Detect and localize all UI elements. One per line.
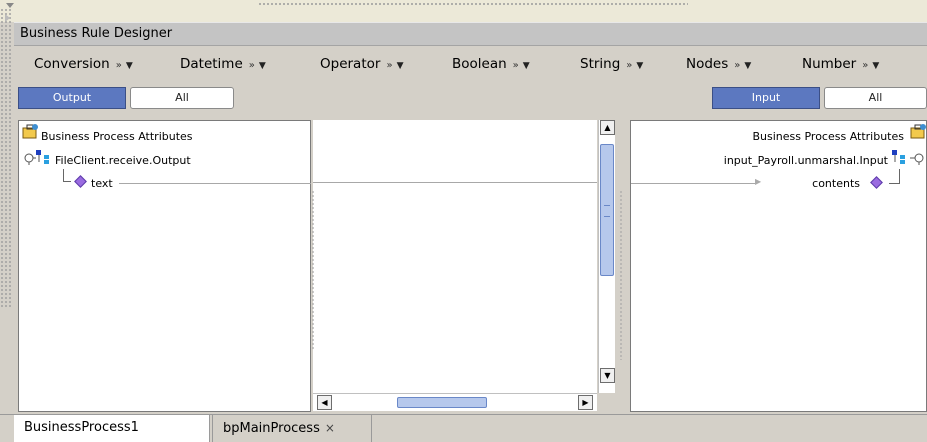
- menu-label: Nodes: [686, 56, 729, 72]
- dropdown-triangle-icon: ▼: [872, 61, 880, 71]
- input-toggle-button[interactable]: Input: [712, 87, 820, 109]
- scroll-right-icon[interactable]: ▶: [578, 395, 593, 410]
- splitter-grip[interactable]: [620, 190, 622, 360]
- tree-node-label[interactable]: input_Payroll.unmarshal.Input: [724, 154, 888, 167]
- menu-conversion[interactable]: Conversion » ▼: [34, 56, 133, 72]
- menu-datetime[interactable]: Datetime » ▼: [180, 56, 266, 72]
- menu-nodes[interactable]: Nodes » ▼: [686, 56, 751, 72]
- tree-node-label[interactable]: FileClient.receive.Output: [55, 154, 191, 167]
- dropdown-triangle-icon: ▼: [258, 61, 266, 71]
- tab-businessprocess1[interactable]: BusinessProcess1: [14, 415, 210, 442]
- menu-label: Boolean: [452, 56, 507, 72]
- menu-label: Conversion: [34, 56, 110, 72]
- tree-connector: [889, 183, 899, 184]
- mapping-canvas[interactable]: [313, 120, 597, 393]
- menu-operator[interactable]: Operator » ▼: [320, 56, 403, 72]
- double-chevron-icon: »: [862, 60, 869, 71]
- horizontal-scrollbar[interactable]: ◀ ▶: [313, 393, 597, 411]
- double-chevron-icon: »: [115, 60, 122, 71]
- leaf-diamond-icon: [74, 175, 87, 188]
- mapping-line: [119, 183, 311, 184]
- expand-toggle-icon[interactable]: [22, 151, 36, 165]
- designer-title-bar: Business Rule Designer: [14, 22, 927, 46]
- editor-tab-bar: BusinessProcess1 bpMainProcess ×: [0, 414, 927, 442]
- tree-root-label: Business Process Attributes: [41, 130, 193, 143]
- dropdown-triangle-icon: ▼: [636, 61, 644, 71]
- dropdown-triangle-icon: ▼: [522, 61, 530, 71]
- arrow-head-icon: ▶: [755, 177, 762, 186]
- tree-connector: [63, 169, 64, 181]
- left-all-toggle-button[interactable]: All: [130, 87, 234, 109]
- menu-label: Operator: [320, 56, 381, 72]
- mapping-line: [631, 183, 755, 184]
- splitter-grip[interactable]: [312, 190, 314, 350]
- tree-leaf-label[interactable]: text: [91, 177, 113, 190]
- collapse-arrow-icon[interactable]: [3, 0, 17, 22]
- double-chevron-icon: »: [386, 60, 393, 71]
- menu-number[interactable]: Number » ▼: [802, 56, 879, 72]
- menu-label: String: [580, 56, 621, 72]
- input-tree-panel: Business Process Attributes input_Payrol…: [630, 120, 927, 412]
- expand-toggle-icon[interactable]: [910, 151, 926, 165]
- right-all-toggle-button[interactable]: All: [824, 87, 927, 109]
- double-chevron-icon: »: [734, 60, 741, 71]
- node-structure-icon: [36, 150, 49, 164]
- tree-connector: [63, 181, 71, 182]
- tab-label: BusinessProcess1: [24, 420, 139, 435]
- scroll-up-icon[interactable]: ▲: [600, 120, 615, 135]
- menu-label: Number: [802, 56, 857, 72]
- double-chevron-icon: »: [626, 60, 633, 71]
- tree-leaf-label[interactable]: contents: [812, 177, 860, 190]
- vertical-scrollbar[interactable]: ▲ ▼: [598, 120, 615, 393]
- function-menu-bar: Conversion» ▼ Datetime» ▼ Operator» ▼ Boole…: [14, 46, 927, 82]
- dropdown-triangle-icon: ▼: [125, 61, 133, 71]
- node-structure-icon: [892, 150, 905, 164]
- briefcase-icon: [22, 124, 38, 139]
- scroll-down-icon[interactable]: ▼: [600, 368, 615, 383]
- horizontal-scroll-thumb[interactable]: [397, 397, 487, 408]
- scroll-left-icon[interactable]: ◀: [317, 395, 332, 410]
- close-tab-icon[interactable]: ×: [325, 421, 335, 435]
- leaf-diamond-icon: [870, 176, 883, 189]
- designer-title: Business Rule Designer: [20, 26, 173, 41]
- tab-bpmainprocess[interactable]: bpMainProcess ×: [212, 415, 372, 442]
- double-chevron-icon: »: [512, 60, 519, 71]
- menu-string[interactable]: String » ▼: [580, 56, 643, 72]
- briefcase-icon: [910, 124, 926, 139]
- double-chevron-icon: »: [248, 60, 255, 71]
- tab-label: bpMainProcess: [223, 421, 320, 436]
- tree-root-label: Business Process Attributes: [752, 130, 904, 143]
- thumb-grip: [604, 205, 610, 217]
- left-dock-gripper[interactable]: [0, 8, 12, 308]
- menu-boolean[interactable]: Boolean » ▼: [452, 56, 530, 72]
- mapping-line: [313, 182, 597, 183]
- vertical-scroll-thumb[interactable]: [600, 144, 614, 276]
- drag-gripper-dots[interactable]: [258, 2, 688, 6]
- dropdown-triangle-icon: ▼: [744, 61, 752, 71]
- tree-connector: [899, 169, 900, 184]
- menu-label: Datetime: [180, 56, 243, 72]
- dropdown-triangle-icon: ▼: [396, 61, 404, 71]
- output-tree-panel: Business Process Attributes FileClient.r…: [18, 120, 311, 412]
- output-toggle-button[interactable]: Output: [18, 87, 126, 109]
